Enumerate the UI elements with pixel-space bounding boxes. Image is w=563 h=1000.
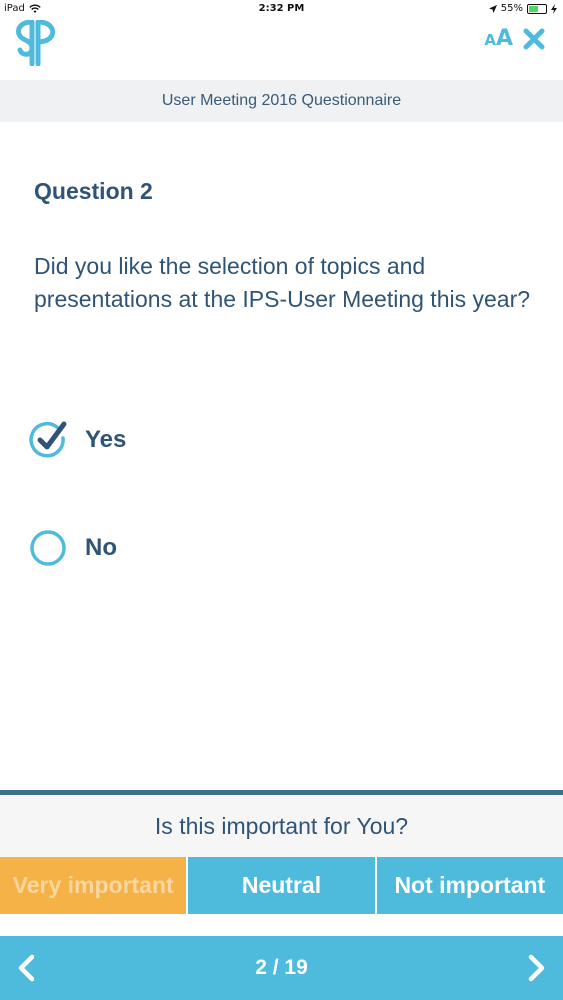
- status-time: 2:32 PM: [258, 3, 305, 14]
- very-important-button[interactable]: Very important: [0, 857, 187, 914]
- not-important-button[interactable]: Not important: [374, 857, 563, 914]
- option-no[interactable]: No: [28, 528, 117, 568]
- font-size-small-label: A: [484, 31, 496, 49]
- battery-fill: [529, 5, 538, 12]
- option-label: No: [85, 534, 117, 561]
- battery-percent: 55%: [500, 3, 523, 14]
- page-indicator: 2 / 19: [255, 956, 308, 979]
- importance-prompt: Is this important for You?: [154, 812, 409, 839]
- bottom-navigation: 2 / 19: [0, 936, 563, 1000]
- chevron-right-icon[interactable]: [521, 953, 551, 983]
- app-header: AA: [0, 20, 563, 80]
- checked-circle-icon: [29, 421, 67, 458]
- option-label: Yes: [85, 426, 127, 453]
- question-text: Did you like the selection of topics and…: [34, 253, 531, 312]
- neutral-button[interactable]: Neutral: [186, 857, 375, 914]
- importance-button-group: Very important Neutral Not important: [0, 857, 563, 914]
- battery-icon: [527, 3, 547, 14]
- empty-circle-icon: [30, 530, 66, 566]
- bottom-spacer: [0, 914, 563, 936]
- header-actions: AA: [484, 28, 545, 50]
- status-right: 55%: [488, 3, 557, 14]
- font-size-big-label: A: [495, 26, 513, 51]
- importance-prompt-area: Is this important for You?: [0, 795, 563, 857]
- ips-logo-icon: [16, 20, 56, 66]
- location-arrow-icon: [488, 4, 497, 13]
- option-yes[interactable]: Yes: [28, 420, 126, 460]
- close-icon[interactable]: [523, 28, 545, 50]
- charging-bolt-icon: [551, 3, 557, 14]
- questionnaire-title-bar: User Meeting 2016 Questionnaire: [0, 80, 563, 122]
- questionnaire-title: User Meeting 2016 Questionnaire: [161, 92, 402, 109]
- font-size-button[interactable]: AA: [484, 28, 513, 50]
- status-bar: iPad 2:32 PM 55%: [0, 0, 563, 20]
- question-number: Question 2: [34, 178, 153, 204]
